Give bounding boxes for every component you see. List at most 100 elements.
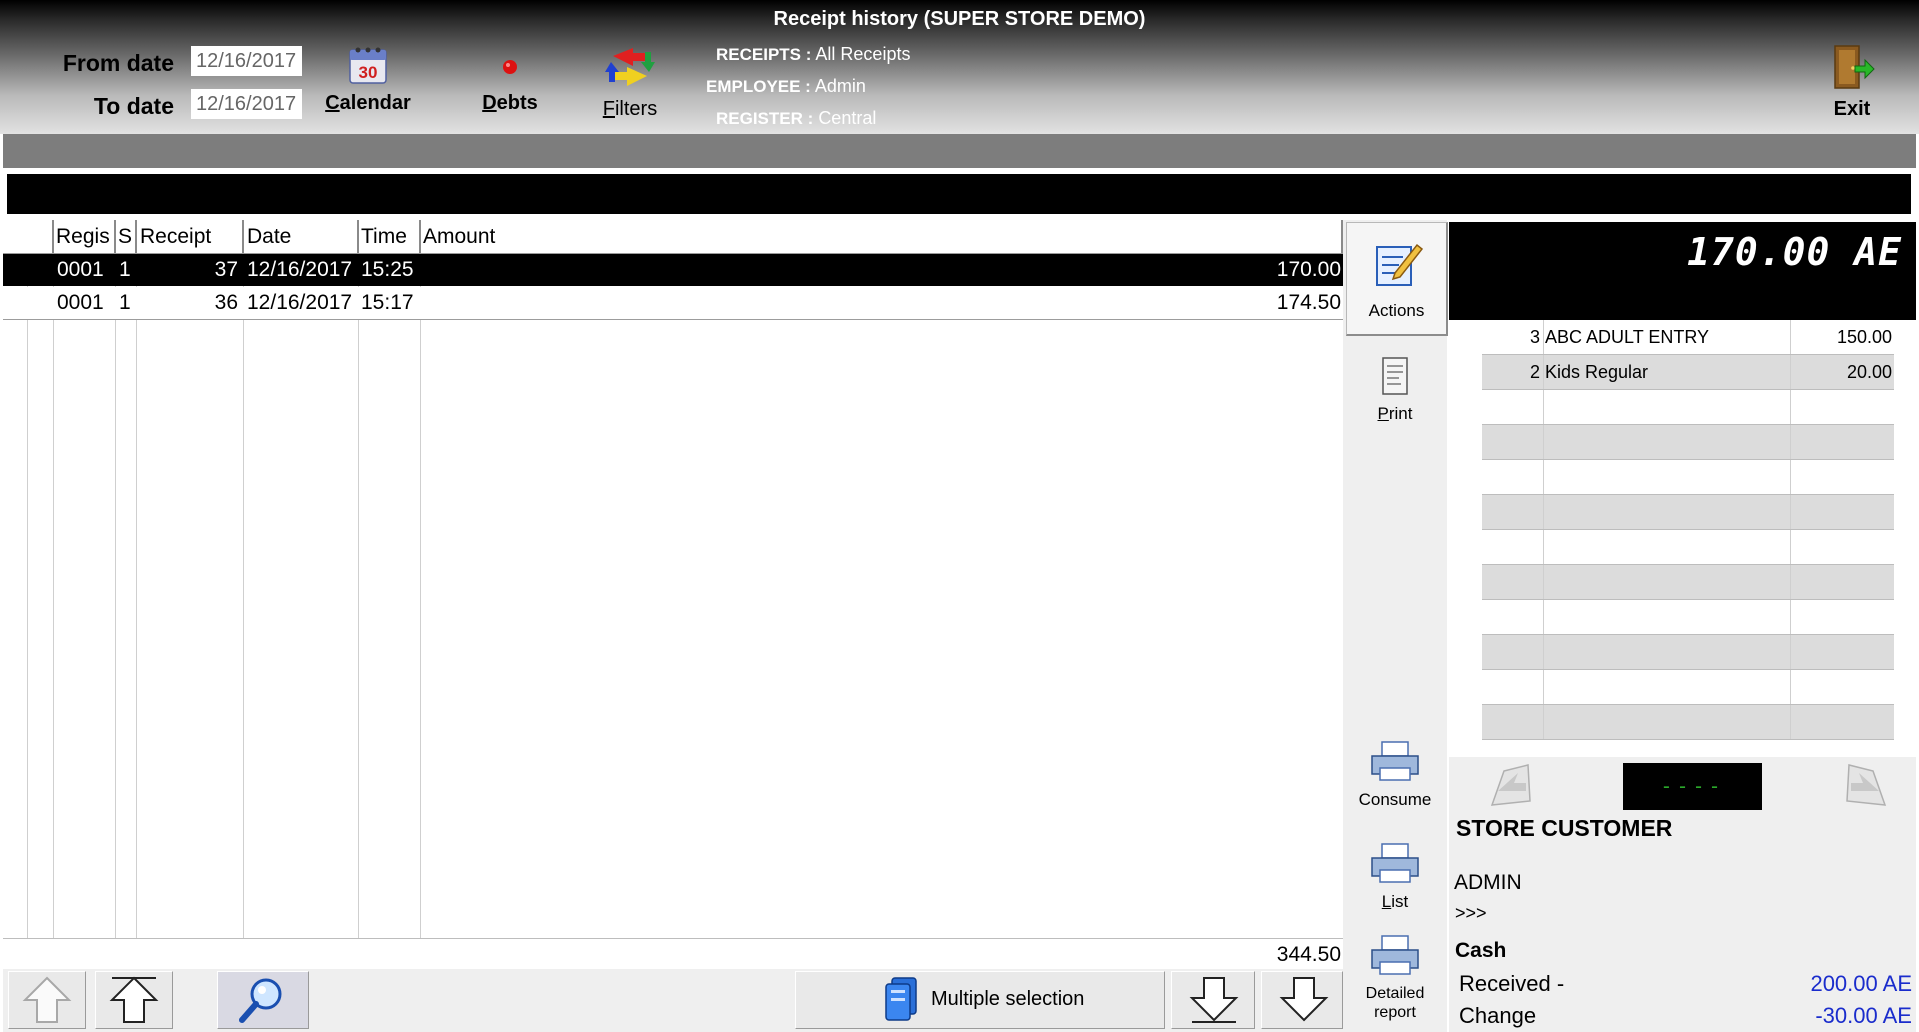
printer-icon (1371, 741, 1419, 781)
column-guide (115, 220, 116, 969)
print-button[interactable]: Print (1343, 354, 1447, 424)
actions-button[interactable]: Actions (1346, 222, 1448, 336)
empty-line-row (1482, 425, 1894, 460)
consume-label: Consume (1358, 790, 1432, 809)
list-button[interactable]: List (1343, 840, 1447, 912)
exit-label: Exit (1833, 98, 1871, 120)
line-amount: 20.00 (1846, 362, 1892, 382)
empty-line-row (1482, 460, 1894, 495)
mini-display: ---- (1623, 763, 1762, 810)
cell-time: 15:17 (361, 291, 414, 314)
payment-method: Cash (1455, 939, 1507, 962)
actions-label: Actions (1368, 301, 1425, 320)
column-header-receipt[interactable]: Receipt (140, 225, 240, 249)
arrow-down-icon (1279, 977, 1329, 1022)
calendar-button[interactable]: 30 Calendar (318, 44, 418, 115)
calendar-label-rest: alendar (339, 92, 411, 114)
column-guide (420, 220, 421, 969)
register-info: REGISTER : Central (716, 108, 877, 128)
svg-text:30: 30 (359, 63, 378, 82)
page-up-button[interactable] (95, 971, 173, 1029)
debts-button[interactable]: Debts (462, 56, 558, 115)
cell-amount: 170.00 (1276, 258, 1341, 281)
table-row[interactable]: 0001 1 36 12/16/2017 15:17 174.50 (3, 287, 1343, 320)
previous-receipt-icon[interactable] (1484, 761, 1536, 811)
header-toolbar: Receipt history (SUPER STORE DEMO) From … (0, 0, 1919, 134)
consume-button[interactable]: Consume (1343, 738, 1447, 810)
empty-line-row (1482, 705, 1894, 740)
column-header-date[interactable]: Date (247, 225, 355, 249)
to-date-input[interactable] (191, 89, 302, 119)
gray-separator-band (3, 134, 1916, 168)
calendar-label: Calendar (325, 92, 411, 114)
column-guide (27, 220, 28, 969)
multiple-selection-button[interactable]: Multiple selection (795, 971, 1165, 1029)
page-down-button[interactable] (1171, 971, 1255, 1029)
detailed-report-button[interactable]: Detailed report (1343, 932, 1447, 1022)
line-name: ABC ADULT ENTRY (1545, 327, 1710, 347)
window-title: Receipt history (SUPER STORE DEMO) (773, 8, 1146, 30)
employee-value: Admin (814, 76, 866, 96)
bottom-toolbar: Multiple selection (3, 969, 1343, 1032)
receipts-info: RECEIPTS : All Receipts (716, 44, 911, 64)
header-separator (419, 220, 421, 253)
page-down-last-button[interactable] (1261, 971, 1343, 1029)
column-header-s[interactable]: S (118, 225, 134, 249)
debts-label: Debts (482, 92, 538, 114)
more-button[interactable]: >>> (1455, 903, 1487, 924)
from-date-input[interactable] (191, 46, 302, 76)
header-separator (135, 220, 137, 253)
cell-date: 12/16/2017 (247, 258, 353, 281)
column-header-register[interactable]: Regis (56, 225, 112, 249)
exit-button[interactable]: Exit (1804, 42, 1900, 121)
line-qty: 3 (1529, 327, 1540, 347)
empty-line-row (1482, 565, 1894, 600)
column-guide (358, 220, 359, 969)
line-amount: 150.00 (1836, 327, 1892, 347)
cell-s: 1 (119, 291, 131, 314)
cell-s: 1 (119, 258, 131, 281)
multi-document-icon (885, 977, 917, 1021)
list-item[interactable]: 2 Kids Regular 20.00 (1482, 355, 1894, 390)
arrow-down-icon (1189, 977, 1239, 1023)
customer-panel: STORE CUSTOMER ADMIN >>> Cash Received -… (1449, 815, 1916, 1032)
column-guide (243, 220, 244, 969)
total-row: 344.50 (3, 938, 1343, 970)
message-bar (7, 174, 1911, 214)
column-header-amount[interactable]: Amount (423, 225, 623, 249)
edit-pencil-icon (1375, 243, 1423, 286)
receipt-lines: 3 ABC ADULT ENTRY 150.00 2 Kids Regular … (1449, 320, 1916, 757)
table-row-selected[interactable]: 0001 1 37 12/16/2017 15:25 170.00 (3, 254, 1343, 286)
filters-icon (605, 48, 655, 86)
received-value: 200.00 AE (1810, 971, 1912, 996)
exit-door-icon (1834, 45, 1875, 89)
header-separator (114, 220, 116, 253)
magnifier-icon (239, 978, 282, 1023)
empty-line-row (1482, 600, 1894, 635)
cell-receipt: 37 (214, 258, 238, 281)
column-header-time[interactable]: Time (361, 225, 417, 249)
total-amount: 344.50 (1276, 943, 1341, 966)
page-up-first-button[interactable] (8, 971, 86, 1029)
to-date-label: To date (93, 93, 174, 119)
next-receipt-icon[interactable] (1839, 761, 1891, 811)
employee-info: EMPLOYEE : Admin (706, 76, 866, 96)
empty-line-row (1482, 530, 1894, 565)
customer-name[interactable]: STORE CUSTOMER (1456, 815, 1672, 842)
cell-register: 0001 (57, 291, 104, 314)
change-value: -30.00 AE (1815, 1003, 1912, 1028)
calendar-icon: 30 (349, 47, 387, 84)
employee-name: ADMIN (1454, 871, 1522, 894)
filters-button[interactable]: Filters (580, 42, 680, 121)
filters-label: Filters (602, 98, 658, 120)
list-label: List (1381, 892, 1409, 911)
cell-amount: 174.50 (1276, 291, 1341, 314)
cell-time: 15:25 (361, 258, 414, 281)
list-item[interactable]: 3 ABC ADULT ENTRY 150.00 (1482, 320, 1894, 355)
empty-line-row (1482, 635, 1894, 670)
header-separator (52, 220, 54, 253)
line-name: Kids Regular (1545, 362, 1649, 382)
search-button[interactable] (217, 971, 309, 1029)
arrow-up-disabled-icon (22, 976, 72, 1023)
header-separator (242, 220, 244, 253)
